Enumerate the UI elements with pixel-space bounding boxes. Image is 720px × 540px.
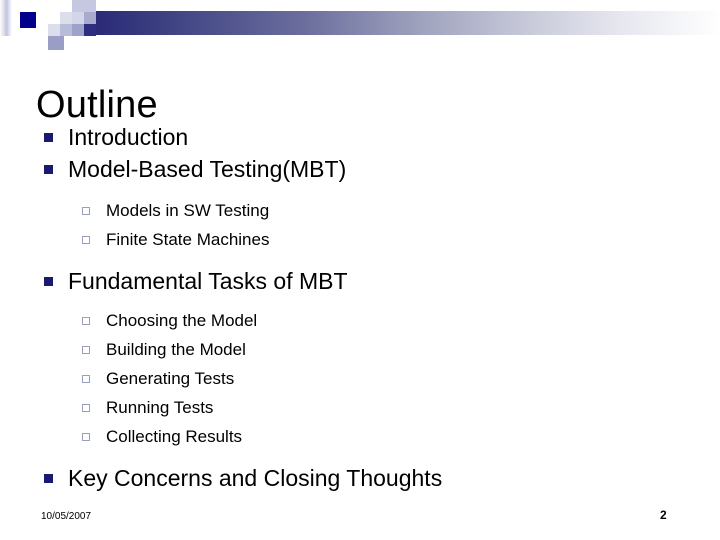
outline-item-label: Collecting Results [106, 427, 243, 446]
deco-square-f [60, 12, 72, 24]
outline-body: Introduction Model-Based Testing(MBT) Mo… [36, 122, 686, 495]
deco-square-c [72, 0, 96, 12]
outline-item-label: Model-Based Testing(MBT) [68, 156, 347, 182]
outline-item-level2: Finite State Machines [36, 225, 686, 254]
hollow-square-bullet-icon [36, 432, 106, 441]
outline-item-level2: Building the Model [36, 335, 686, 364]
deco-square-i [72, 24, 84, 36]
outline-item-label: Building the Model [106, 340, 246, 359]
deco-square-accent [20, 12, 36, 28]
outline-item-level2: Collecting Results [36, 422, 686, 451]
slide-header-decoration [0, 0, 720, 50]
deco-square-e [84, 12, 96, 24]
outline-item-label: Generating Tests [106, 369, 235, 388]
hollow-square-bullet-icon [36, 316, 106, 325]
outline-item-level1: Key Concerns and Closing Thoughts [36, 463, 686, 493]
deco-square-h [60, 24, 72, 36]
outline-item-level2: Generating Tests [36, 364, 686, 393]
deco-square-j [84, 24, 96, 36]
outline-item-level2: Running Tests [36, 393, 686, 422]
hollow-square-bullet-icon [36, 206, 106, 215]
outline-item-label: Running Tests [106, 398, 214, 417]
outline-item-label: Fundamental Tasks of MBT [68, 268, 348, 294]
hollow-square-bullet-icon [36, 403, 106, 412]
outline-item-label: Models in SW Testing [106, 201, 270, 220]
deco-square-g [48, 24, 60, 36]
hollow-square-bullet-icon [36, 374, 106, 383]
outline-item-label: Choosing the Model [106, 311, 258, 330]
slide-canvas: { "slide": { "title": "Outline", "page_n… [0, 0, 720, 540]
footer-date: 10/05/2007 [41, 511, 92, 522]
outline-item-label: Introduction [68, 124, 189, 150]
hollow-square-bullet-icon [36, 235, 106, 244]
outline-item-level1: Model-Based Testing(MBT) [36, 154, 686, 184]
solid-square-bullet-icon [36, 276, 68, 286]
outline-item-level2: Choosing the Model [36, 306, 686, 335]
outline-item-label: Finite State Machines [106, 230, 270, 249]
outline-item-level2: Models in SW Testing [36, 196, 686, 225]
solid-square-bullet-icon [36, 473, 68, 483]
deco-square-a [0, 0, 12, 36]
deco-square-d [72, 12, 84, 24]
gradient-band [96, 11, 720, 35]
outline-item-level1: Fundamental Tasks of MBT [36, 266, 686, 296]
solid-square-bullet-icon [36, 132, 68, 142]
deco-square-k [48, 36, 64, 50]
outline-item-label: Key Concerns and Closing Thoughts [68, 465, 443, 491]
hollow-square-bullet-icon [36, 345, 106, 354]
solid-square-bullet-icon [36, 164, 68, 174]
outline-item-level1: Introduction [36, 122, 686, 152]
page-number: 2 [660, 508, 667, 522]
